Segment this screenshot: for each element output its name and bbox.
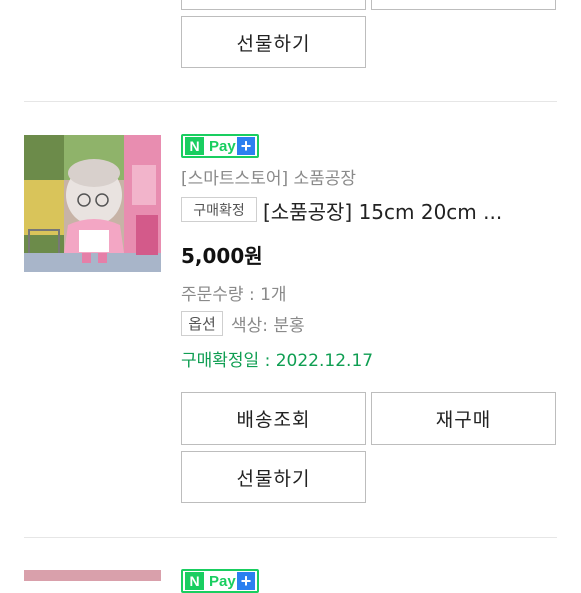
naver-n-icon: N (185, 572, 204, 590)
option-value: 색상: 분홍 (231, 316, 305, 336)
product-price: 5,000원 (181, 244, 263, 268)
track-delivery-button[interactable]: 배송조회 (181, 392, 366, 445)
option-badge: 옵션 (181, 311, 223, 336)
product-title[interactable]: [소품공장] 15cm 20cm ... (263, 196, 502, 225)
plus-icon: + (237, 136, 255, 156)
naver-n-icon: N (185, 137, 204, 155)
item-divider (24, 537, 557, 538)
naver-pay-plus-badge: N Pay + (181, 134, 259, 158)
pay-label: Pay (209, 137, 236, 155)
plus-icon: + (237, 571, 255, 591)
purchase-confirmed-date: 구매확정일 : 2022.12.17 (181, 351, 374, 371)
product-thumbnail[interactable] (24, 135, 161, 272)
item-divider (24, 101, 557, 102)
purchase-confirmed-badge: 구매확정 (181, 197, 257, 222)
pay-label: Pay (209, 572, 236, 590)
store-name[interactable]: [스마트스토어] 소품공장 (181, 164, 356, 189)
order-quantity: 주문수량 : 1개 (181, 285, 287, 305)
prev-left-button[interactable] (181, 0, 366, 10)
doll-photo-image (24, 135, 161, 272)
gift-button[interactable]: 선물하기 (181, 451, 366, 503)
prev-gift-button[interactable]: 선물하기 (181, 16, 366, 68)
reorder-button[interactable]: 재구매 (371, 392, 556, 445)
prev-right-button[interactable] (371, 0, 556, 10)
naver-pay-plus-badge-next: N Pay + (181, 569, 259, 593)
next-product-thumbnail[interactable] (24, 570, 161, 581)
